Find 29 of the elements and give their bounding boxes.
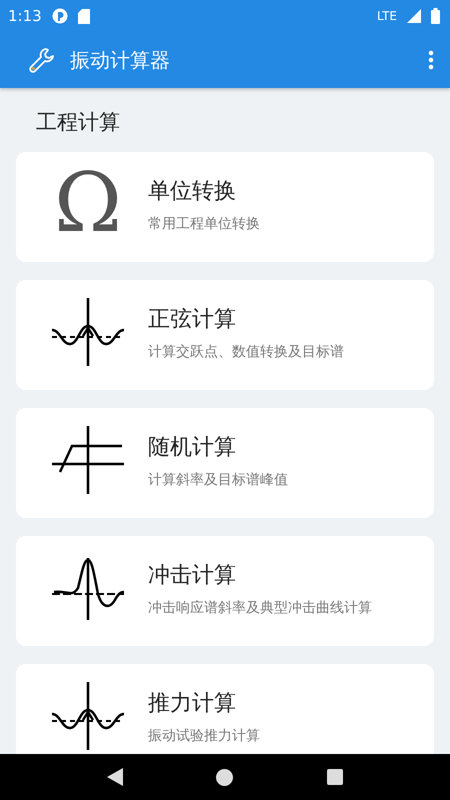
calculator-card[interactable]: 冲击计算 冲击响应谱斜率及典型冲击曲线计算 (16, 536, 434, 646)
omega-icon: Ω (54, 166, 122, 242)
card-subtitle: 振动试验推力计算 (148, 727, 260, 746)
app-title: 振动计算器 (70, 46, 171, 74)
recents-button[interactable] (327, 769, 344, 785)
calculator-card[interactable]: 随机计算 计算斜率及目标谱峰值 (16, 408, 434, 518)
card-title: 冲击计算 (148, 562, 237, 590)
card-subtitle: 冲击响应谱斜率及典型冲击曲线计算 (148, 599, 372, 618)
card-subtitle: 计算斜率及目标谱峰值 (148, 471, 288, 490)
card-title: 随机计算 (148, 434, 237, 462)
wrench-icon (28, 46, 56, 74)
card-title: 单位转换 (148, 178, 237, 206)
card-title: 正弦计算 (148, 306, 237, 334)
network-type: LTE (377, 9, 397, 23)
calculator-card[interactable]: 正弦计算 计算交跃点、数值转换及目标谱 (16, 280, 434, 390)
card-subtitle: 计算交跃点、数值转换及目标谱 (148, 343, 344, 362)
calculator-card[interactable]: Ω 单位转换 常用工程单位转换 (16, 152, 434, 262)
app-notification-icon (52, 8, 68, 24)
card-subtitle: 常用工程单位转换 (148, 215, 260, 234)
status-time: 1:13 (8, 7, 42, 25)
calculator-card[interactable]: 推力计算 振动试验推力计算 (16, 664, 434, 754)
battery-icon (431, 8, 440, 24)
signal-icon (407, 9, 421, 23)
back-button[interactable] (106, 768, 123, 786)
card-title: 推力计算 (148, 690, 237, 718)
home-button[interactable] (216, 768, 234, 786)
more-vertical-icon (428, 50, 434, 70)
sd-card-icon (78, 8, 90, 24)
section-title: 工程计算 (35, 109, 121, 136)
